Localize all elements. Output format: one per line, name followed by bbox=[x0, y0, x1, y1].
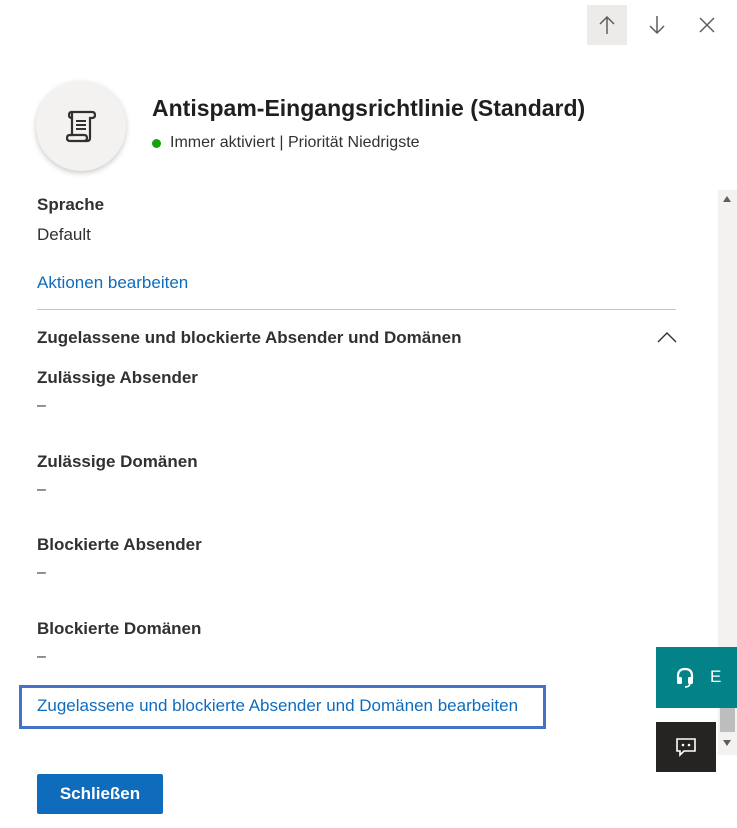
close-button[interactable]: Schließen bbox=[37, 774, 163, 814]
allowed-domains-value: – bbox=[37, 481, 46, 498]
scroll-icon bbox=[65, 110, 97, 143]
arrow-down-icon bbox=[649, 16, 665, 35]
help-button[interactable]: E bbox=[656, 647, 737, 708]
blocked-senders-label: Blockierte Absender bbox=[37, 535, 202, 554]
edit-senders-domains-link[interactable]: Zugelassene und blockierte Absender und … bbox=[37, 696, 518, 716]
status-text: Immer aktiviert | Priorität Niedrigste bbox=[170, 134, 420, 151]
help-button-label: E bbox=[710, 667, 722, 686]
edit-actions-link[interactable]: Aktionen bearbeiten bbox=[37, 273, 188, 293]
scroll-down-arrow-icon[interactable] bbox=[723, 740, 731, 746]
allowed-domains-label: Zulässige Domänen bbox=[37, 452, 198, 471]
policy-avatar bbox=[36, 81, 126, 171]
page-title: Antispam-Eingangsrichtlinie (Standard) bbox=[152, 95, 586, 121]
chevron-up-icon[interactable] bbox=[656, 328, 678, 346]
feedback-button[interactable] bbox=[656, 722, 716, 772]
status-line: Immer aktiviert | Priorität Niedrigste bbox=[152, 134, 420, 152]
allowed-senders-value: – bbox=[37, 397, 46, 414]
previous-item-button[interactable] bbox=[587, 5, 627, 45]
blocked-domains-value: – bbox=[37, 648, 46, 665]
blocked-senders-value: – bbox=[37, 564, 46, 581]
section-title[interactable]: Zugelassene und blockierte Absender und … bbox=[37, 328, 461, 348]
blocked-domains-label: Blockierte Domänen bbox=[37, 619, 202, 638]
arrow-up-icon bbox=[599, 15, 615, 34]
language-label: Sprache bbox=[37, 195, 105, 214]
status-dot-icon bbox=[152, 138, 161, 148]
headset-icon bbox=[676, 667, 694, 688]
next-item-button[interactable] bbox=[637, 5, 677, 45]
language-value: Default bbox=[37, 225, 91, 244]
allowed-senders-label: Zulässige Absender bbox=[37, 368, 198, 387]
close-icon bbox=[699, 17, 715, 33]
close-panel-button[interactable] bbox=[687, 5, 727, 45]
section-divider bbox=[37, 309, 676, 310]
chat-icon bbox=[676, 738, 696, 757]
scroll-up-arrow-icon[interactable] bbox=[723, 196, 731, 202]
